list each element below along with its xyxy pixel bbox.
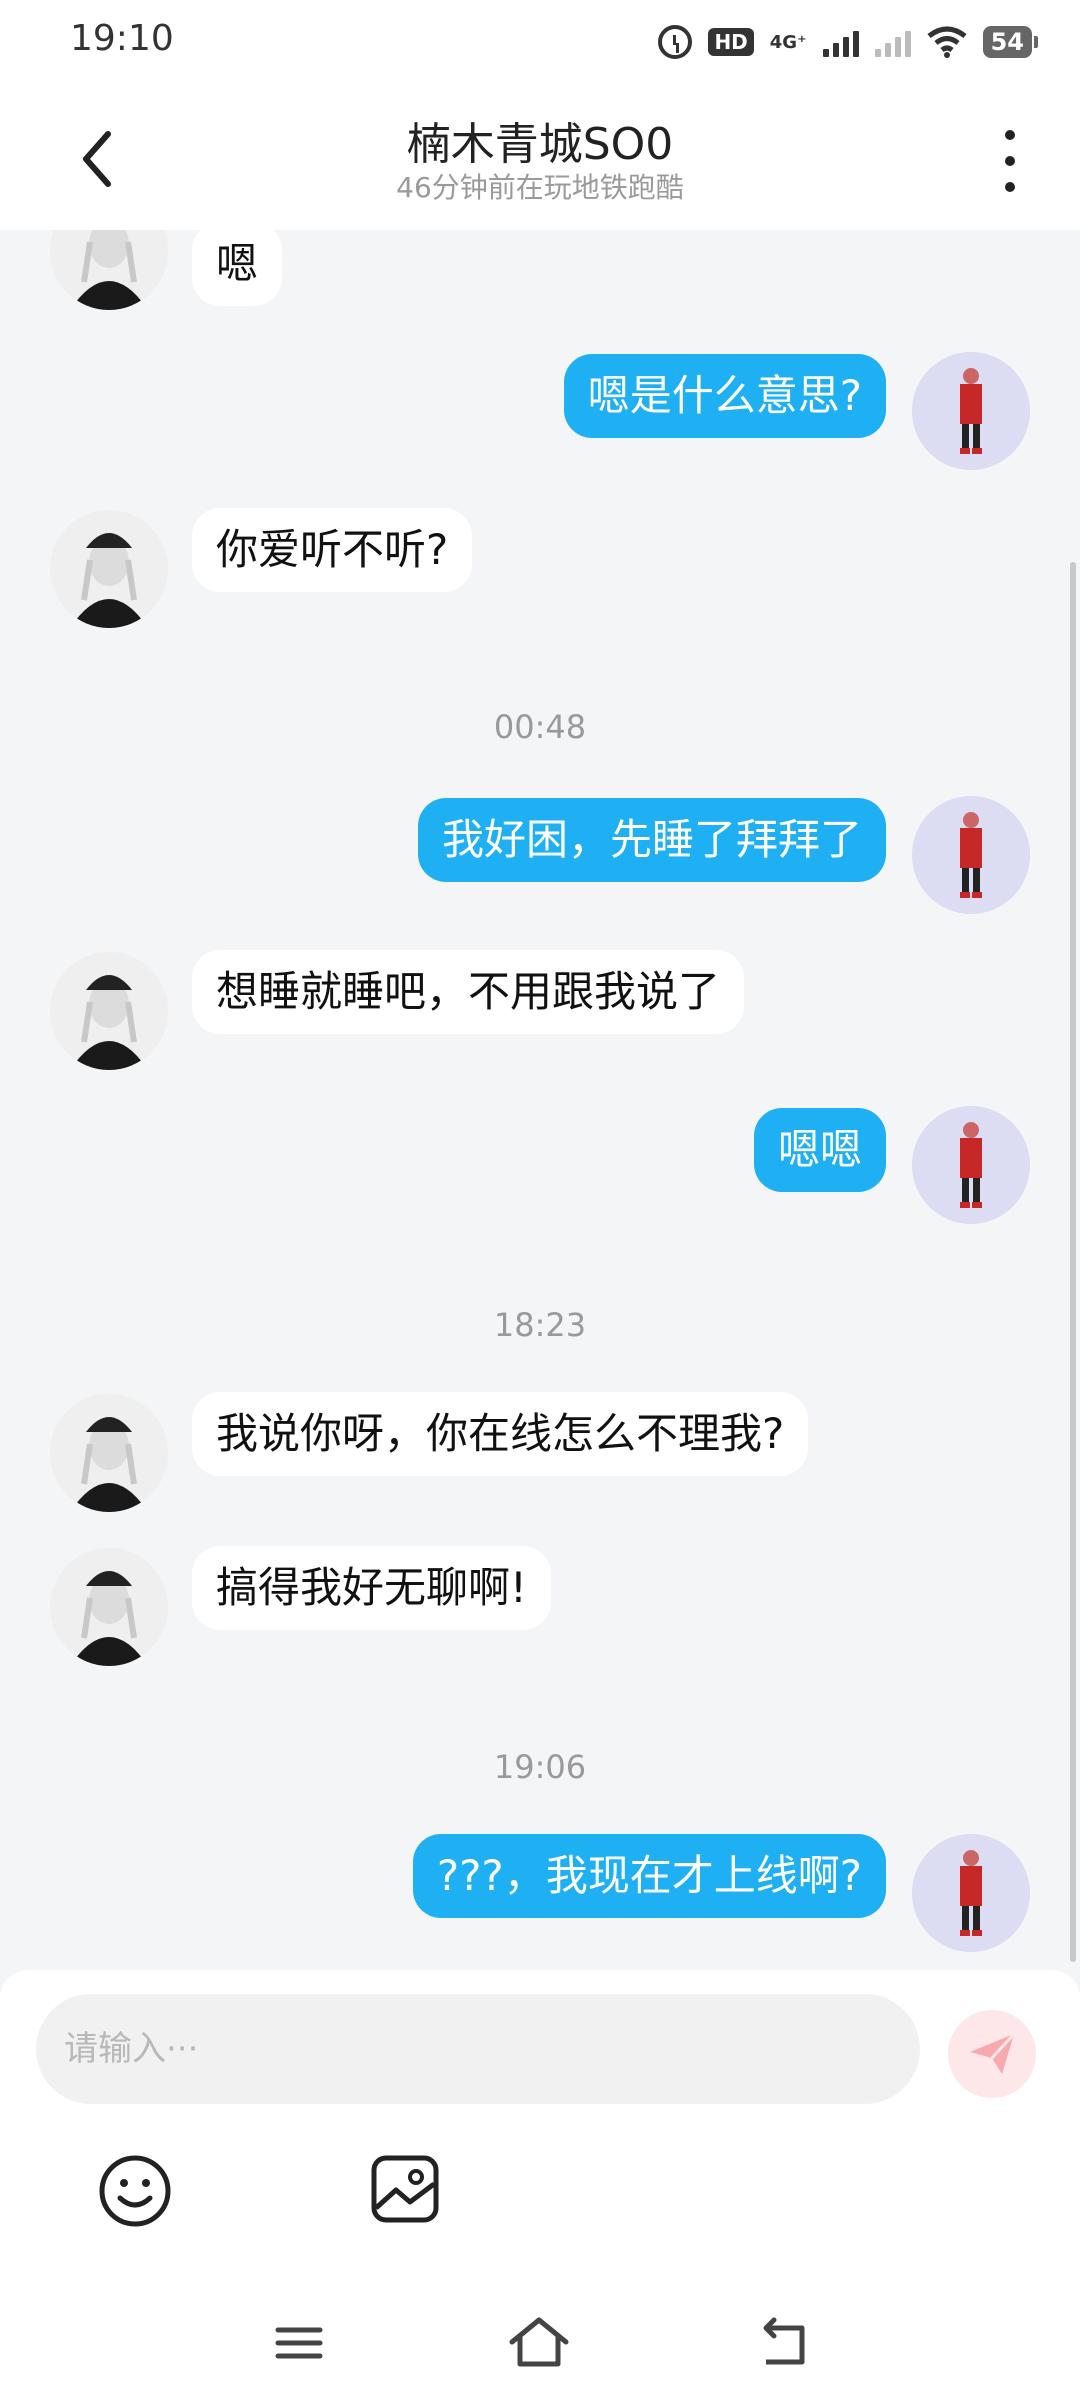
status-bar: 19:10 HD 4G⁺ 54	[0, 0, 1080, 84]
user-avatar[interactable]	[912, 1106, 1030, 1224]
paper-plane-icon	[970, 2032, 1016, 2074]
image-icon	[371, 2155, 439, 2223]
hd-icon: HD	[708, 28, 754, 56]
contact-avatar-image	[50, 952, 168, 1070]
status-icons: HD 4G⁺ 54	[658, 22, 1039, 62]
message-timestamp: 00:48	[493, 708, 587, 746]
message-bubble-sent[interactable]: ???，我现在才上线啊?	[412, 1834, 886, 1918]
wifi-icon	[927, 26, 967, 58]
contact-name: 楠木青城SO0	[406, 119, 674, 170]
alarm-icon	[658, 25, 693, 59]
back-nav-button[interactable]	[746, 2308, 816, 2378]
more-vertical-icon	[1005, 130, 1015, 140]
contact-avatar-image	[50, 1394, 168, 1512]
user-avatar-image	[912, 1834, 1030, 1952]
input-panel	[0, 1970, 1080, 2408]
more-options-button[interactable]	[990, 126, 1030, 196]
user-avatar[interactable]	[912, 1834, 1030, 1952]
message-bubble-received[interactable]: 我说你呀，你在线怎么不理我?	[192, 1392, 809, 1476]
message-list[interactable]: 嗯 嗯是什么意思? 你爱听不听? 00:48 我好困，先睡了拜拜了 想睡就睡吧，…	[0, 230, 1080, 1970]
back-arrow-icon	[763, 2317, 805, 2365]
contact-avatar[interactable]	[50, 1548, 168, 1666]
chat-header: 楠木青城SO0 46分钟前在玩地铁跑酷	[0, 84, 1080, 230]
message-bubble-sent[interactable]: 嗯是什么意思?	[563, 354, 886, 438]
message-timestamp: 19:06	[493, 1748, 587, 1786]
message-bubble-sent[interactable]: 我好困，先睡了拜拜了	[417, 798, 886, 882]
menu-nav-button[interactable]	[264, 2308, 334, 2378]
image-picker-button[interactable]	[366, 2150, 444, 2228]
contact-avatar-image	[50, 1548, 168, 1666]
user-avatar-image	[912, 796, 1030, 914]
message-bubble-received[interactable]: 搞得我好无聊啊!	[192, 1546, 551, 1630]
contact-avatar-image	[50, 510, 168, 628]
user-avatar[interactable]	[912, 796, 1030, 914]
system-nav-bar	[0, 2290, 1080, 2408]
contact-avatar-image	[50, 230, 168, 310]
menu-icon	[275, 2327, 323, 2359]
contact-avatar[interactable]	[50, 952, 168, 1070]
home-icon	[509, 2317, 569, 2367]
message-input[interactable]	[36, 1994, 920, 2104]
contact-status: 46分钟前在玩地铁跑酷	[396, 171, 684, 204]
home-nav-button[interactable]	[504, 2308, 574, 2378]
battery-icon: 54	[982, 26, 1039, 58]
send-button[interactable]	[948, 2010, 1036, 2098]
contact-avatar[interactable]	[50, 510, 168, 628]
message-timestamp: 18:23	[493, 1306, 587, 1344]
smiley-icon	[99, 2155, 171, 2227]
message-bubble-sent[interactable]: 嗯嗯	[753, 1108, 886, 1192]
message-bubble-received[interactable]: 你爱听不听?	[192, 508, 473, 592]
user-avatar-image	[912, 352, 1030, 470]
scrollbar[interactable]	[1070, 562, 1076, 1962]
emoji-button[interactable]	[96, 2152, 174, 2230]
user-avatar-image	[912, 1106, 1030, 1224]
signal-secondary-icon	[874, 27, 911, 57]
message-bubble-received[interactable]: 嗯	[192, 230, 283, 306]
user-avatar[interactable]	[912, 352, 1030, 470]
signal-icon	[822, 27, 859, 57]
message-bubble-received[interactable]: 想睡就睡吧，不用跟我说了	[192, 950, 745, 1034]
contact-avatar[interactable]	[50, 230, 168, 310]
status-time: 19:10	[70, 18, 174, 59]
network-type-icon: 4G⁺	[769, 31, 807, 53]
contact-avatar[interactable]	[50, 1394, 168, 1512]
